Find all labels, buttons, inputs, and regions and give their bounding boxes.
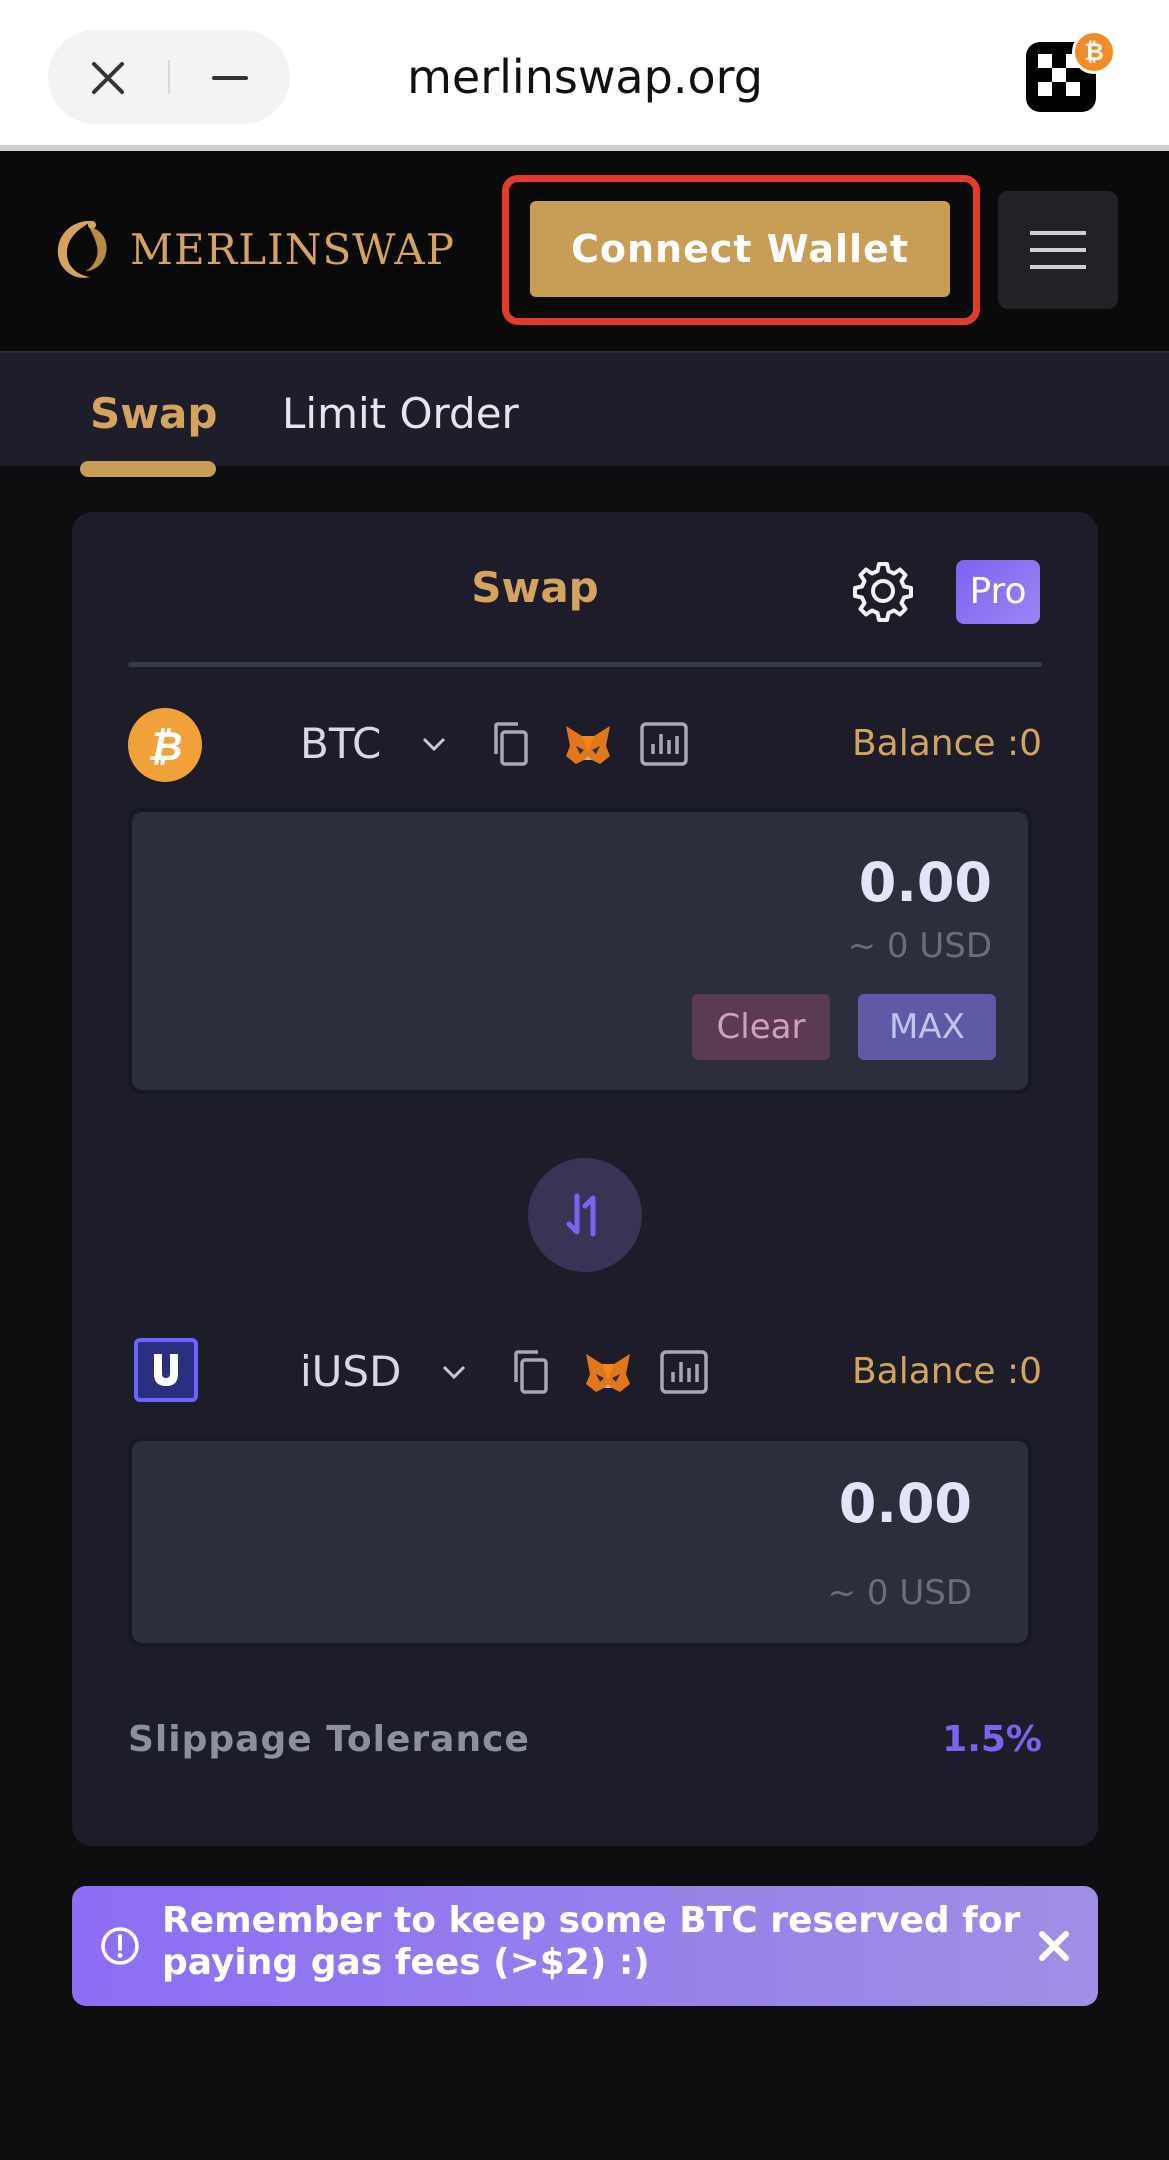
site-header: MERLINSWAP Connect Wallet — [0, 151, 1169, 351]
from-amount-box: 0.00 ~ 0 USD Clear MAX — [128, 808, 1032, 1094]
from-usd-value: ~ 0 USD — [847, 926, 992, 966]
from-token-row: ₿ BTC Balance :0 — [128, 706, 1042, 782]
tabs-bar: Swap Limit Order — [0, 351, 1169, 477]
slippage-label: Slippage Tolerance — [128, 1719, 530, 1760]
chevron-down-icon[interactable] — [418, 728, 450, 760]
minimize-icon[interactable] — [206, 54, 254, 102]
close-icon[interactable] — [1030, 1922, 1078, 1970]
to-amount-box: 0.00 ~ 0 USD — [128, 1437, 1032, 1647]
close-icon[interactable] — [84, 54, 132, 102]
max-button[interactable]: MAX — [858, 994, 996, 1060]
from-token-select[interactable]: BTC — [300, 716, 381, 772]
iusd-icon[interactable] — [134, 1338, 198, 1402]
slippage-value[interactable]: 1.5% — [942, 1716, 1042, 1764]
gear-icon[interactable] — [850, 558, 916, 624]
browser-bar: merlinswap.org ₿ — [0, 0, 1169, 145]
notice-text: Remember to keep some BTC reserved for p… — [162, 1900, 1021, 1983]
swap-card: Swap Pro ₿ BTC Balance:0 0.00 ~ 0 USD C… — [72, 512, 1098, 1846]
hamburger-menu-icon[interactable] — [998, 191, 1118, 309]
metamask-fox-icon[interactable] — [580, 1344, 636, 1400]
browser-divider — [168, 60, 170, 94]
card-divider — [128, 662, 1042, 667]
connect-wallet-button[interactable]: Connect Wallet — [530, 201, 950, 297]
svg-text:₿: ₿ — [147, 724, 182, 770]
to-amount-input[interactable]: 0.00 — [839, 1471, 972, 1537]
swap-direction-button[interactable] — [528, 1158, 642, 1272]
from-amount-input[interactable]: 0.00 — [859, 850, 992, 916]
info-icon — [101, 1927, 139, 1965]
chevron-down-icon[interactable] — [438, 1356, 470, 1388]
metamask-fox-icon[interactable] — [560, 716, 616, 772]
active-tab-indicator — [80, 461, 216, 477]
from-balance: Balance :0 — [851, 723, 1042, 764]
logo-text[interactable]: MERLINSWAP — [130, 223, 455, 277]
browser-url[interactable]: merlinswap.org — [330, 44, 840, 110]
pro-mode-button[interactable]: Pro — [956, 560, 1040, 624]
tab-limit-order[interactable]: Limit Order — [282, 389, 519, 439]
gas-fee-notice: Remember to keep some BTC reserved for p… — [72, 1886, 1098, 2006]
merlinswap-logo-icon[interactable] — [50, 213, 114, 285]
chart-icon[interactable] — [656, 1344, 712, 1400]
clear-button[interactable]: Clear — [692, 994, 830, 1060]
bitcoin-icon[interactable]: ₿ — [128, 708, 202, 782]
to-balance: Balance :0 — [851, 1351, 1042, 1392]
copy-icon[interactable] — [504, 1344, 560, 1400]
swap-arrows-icon — [566, 1193, 596, 1237]
tab-swap[interactable]: Swap — [90, 389, 217, 439]
to-usd-value: ~ 0 USD — [827, 1573, 972, 1613]
page: merlinswap.org ₿ MERLINSWAP Connect Wall… — [0, 0, 1169, 2160]
to-token-select[interactable]: iUSD — [300, 1344, 401, 1400]
bitcoin-badge-icon: ₿ — [1072, 30, 1116, 74]
chart-icon[interactable] — [636, 716, 692, 772]
copy-icon[interactable] — [484, 716, 540, 772]
to-token-row: iUSD Balance :0 — [128, 1334, 1042, 1410]
